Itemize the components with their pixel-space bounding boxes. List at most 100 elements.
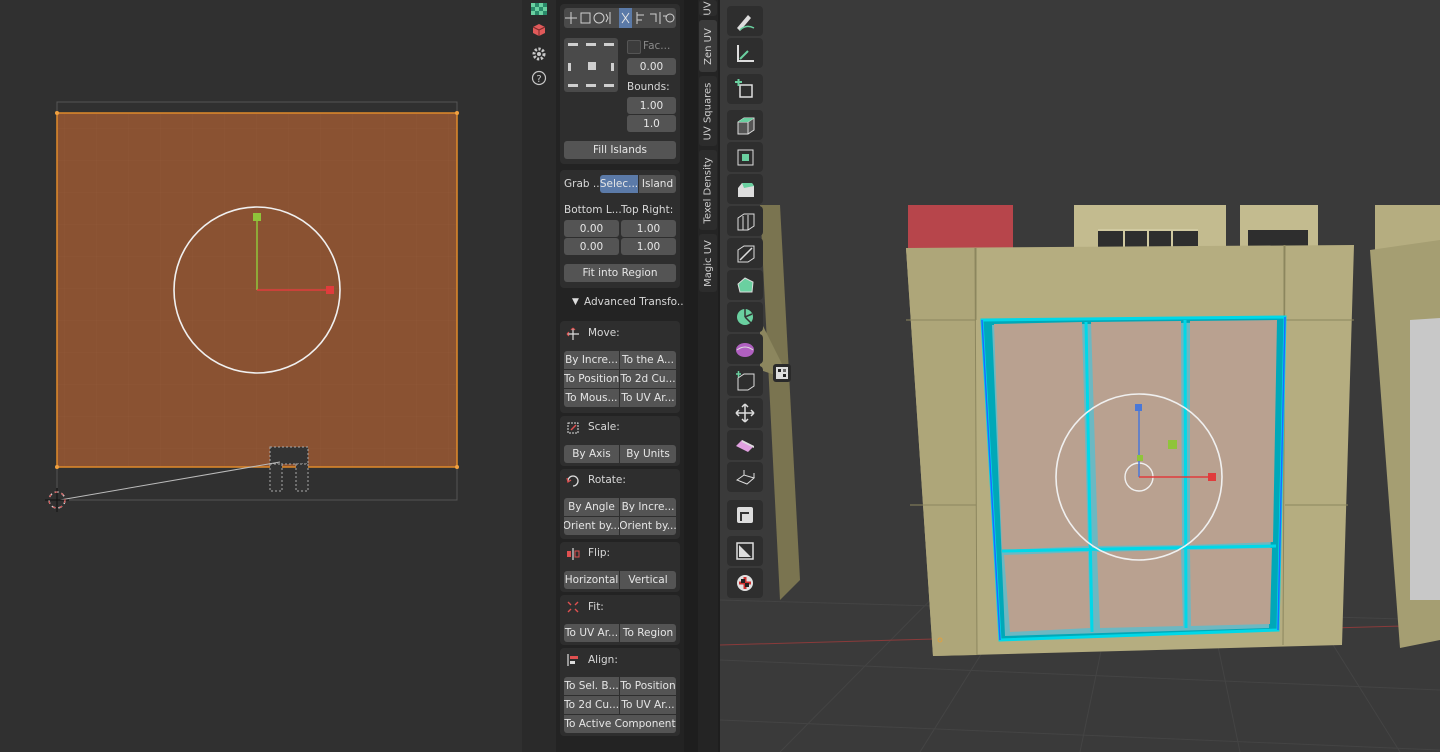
orient-by-button-1[interactable]: Orient by... — [564, 517, 619, 535]
align-to-uv-area-button[interactable]: To UV Ar... — [620, 696, 676, 714]
2d-cursor-icon[interactable] — [45, 488, 69, 512]
tab-uv-squares[interactable]: UV Squares — [699, 76, 717, 146]
advanced-transform-header[interactable]: ▼ Advanced Transfo... — [560, 294, 687, 312]
tool-loop-cut[interactable] — [727, 206, 763, 236]
rotate-by-increment-button[interactable]: By Incre... — [620, 498, 676, 516]
uv-editor[interactable] — [0, 0, 522, 752]
checker-icon[interactable] — [531, 0, 547, 16]
flip-vertical-button[interactable]: Vertical — [620, 571, 676, 589]
move-to-2d-cursor-button[interactable]: To 2d Cu... — [620, 370, 676, 388]
flip-icon — [567, 548, 580, 560]
help-icon[interactable]: ? — [531, 70, 547, 86]
align-to-active-component-button[interactable]: To Active Component — [564, 715, 676, 733]
fit-to-uv-area-button[interactable]: To UV Ar... — [564, 624, 619, 642]
transform-toolbar[interactable] — [564, 8, 676, 28]
y-axis-handle[interactable] — [253, 213, 261, 221]
tool-poly-build[interactable] — [727, 270, 763, 300]
flip-horizontal-button[interactable]: Horizontal — [564, 571, 619, 589]
tab-magic-uv[interactable]: Magic UV — [699, 234, 717, 292]
tool-edge-slide[interactable] — [727, 366, 763, 396]
tool-smooth[interactable] — [727, 334, 763, 364]
x-axis-handle[interactable] — [326, 286, 334, 294]
tool-rip[interactable] — [727, 462, 763, 492]
tool-draw[interactable] — [727, 6, 763, 36]
tool-bevel[interactable] — [727, 174, 763, 204]
move-to-active-button[interactable]: To the A... — [620, 351, 676, 369]
bounds-x-field[interactable]: 1.00 — [627, 97, 676, 114]
flip-label: Flip: — [588, 547, 611, 559]
bottom-left-y-field[interactable]: 0.00 — [564, 238, 619, 255]
poly-build-icon — [737, 277, 754, 293]
tool-panel-toggle-icon[interactable] — [773, 364, 791, 382]
align-to-2d-cursor-button[interactable]: To 2d Cu... — [564, 696, 619, 714]
bounds-y-field[interactable]: 1.0 — [627, 115, 676, 132]
tab-uv-squares-label: UV Squares — [702, 82, 714, 140]
move-to-position-button[interactable]: To Position — [564, 370, 619, 388]
fit-into-region-button[interactable]: Fit into Region — [564, 264, 676, 282]
move-to-mouse-button[interactable]: To Mous... — [564, 389, 619, 407]
tool-transform[interactable] — [727, 500, 763, 530]
tab-zen-uv[interactable]: Zen UV — [699, 20, 717, 72]
align-to-selection-bounds-button[interactable]: To Sel. B... — [564, 677, 619, 695]
tab-zen-uv-label: Zen UV — [702, 27, 714, 65]
scale-label: Scale: — [588, 421, 620, 433]
tool-inset[interactable] — [727, 142, 763, 172]
move-label: Move: — [588, 327, 620, 339]
collapse-arrow-icon: ▼ — [572, 297, 579, 307]
uv-canvas[interactable] — [0, 0, 522, 752]
rotate-by-angle-button[interactable]: By Angle — [564, 498, 619, 516]
move-by-increment-button[interactable]: By Incre... — [564, 351, 619, 369]
face-checkbox-label: Fac... — [643, 40, 671, 52]
top-right-x-field[interactable]: 1.00 — [621, 220, 676, 237]
tool-shear[interactable] — [727, 430, 763, 460]
face-checkbox[interactable] — [627, 40, 641, 54]
tool-shrink[interactable] — [727, 398, 763, 428]
top-right-label: Top Right: — [621, 204, 674, 216]
grab-label: Grab ... — [564, 178, 603, 190]
tab-uv-label: UV — [702, 0, 714, 16]
edge-slide-icon — [736, 371, 755, 391]
fill-islands-button[interactable]: Fill Islands — [564, 141, 676, 159]
move-icon — [566, 327, 579, 340]
alignment-grid[interactable] — [564, 38, 618, 92]
tool-knife[interactable] — [727, 238, 763, 268]
viewport-y-axis-handle[interactable] — [1168, 440, 1177, 449]
viewport-scene[interactable] — [720, 0, 1440, 752]
offset-value-field[interactable]: 0.00 — [627, 58, 676, 75]
svg-text:?: ? — [536, 74, 541, 85]
top-right-y-field[interactable]: 1.00 — [621, 238, 676, 255]
shear-icon — [736, 440, 754, 452]
tool-spin[interactable] — [727, 302, 763, 332]
z-axis-handle[interactable] — [1135, 404, 1142, 411]
tool-extrude[interactable] — [727, 110, 763, 140]
extrude-icon — [737, 117, 755, 135]
tab-texel-density[interactable]: Texel Density — [699, 150, 717, 230]
3d-viewport[interactable] — [720, 0, 1440, 752]
scale-by-axis-button[interactable]: By Axis — [564, 445, 619, 463]
draw-icon — [737, 15, 755, 31]
viewport-x-axis-handle[interactable] — [1208, 473, 1216, 481]
align-to-position-button[interactable]: To Position — [620, 677, 676, 695]
tool-cursor[interactable] — [727, 536, 763, 566]
tab-uv[interactable]: UV — [699, 0, 717, 16]
inset-icon — [737, 149, 754, 166]
selected-button[interactable]: Selec... — [600, 175, 638, 193]
tool-measure[interactable] — [727, 38, 763, 68]
small-islands[interactable] — [269, 446, 309, 492]
tool-checker[interactable] — [727, 568, 763, 598]
bottom-left-x-field[interactable]: 0.00 — [564, 220, 619, 237]
gear-icon[interactable] — [531, 46, 547, 62]
object-data-icon[interactable] — [531, 22, 547, 38]
tool-add-cube[interactable] — [727, 74, 763, 104]
scale-icon — [567, 422, 579, 434]
shrink-icon — [735, 403, 755, 423]
island-button[interactable]: Island — [639, 175, 676, 193]
door-mesh[interactable] — [980, 315, 1287, 642]
advanced-header-label: Advanced Transfo... — [584, 296, 687, 308]
bottom-left-label: Bottom L... — [564, 204, 622, 216]
scale-by-units-button[interactable]: By Units — [620, 445, 676, 463]
move-to-uv-area-button[interactable]: To UV Ar... — [620, 389, 676, 407]
smooth-icon — [736, 343, 754, 357]
fit-to-region-button[interactable]: To Region — [620, 624, 676, 642]
orient-by-button-2[interactable]: Orient by... — [620, 517, 676, 535]
